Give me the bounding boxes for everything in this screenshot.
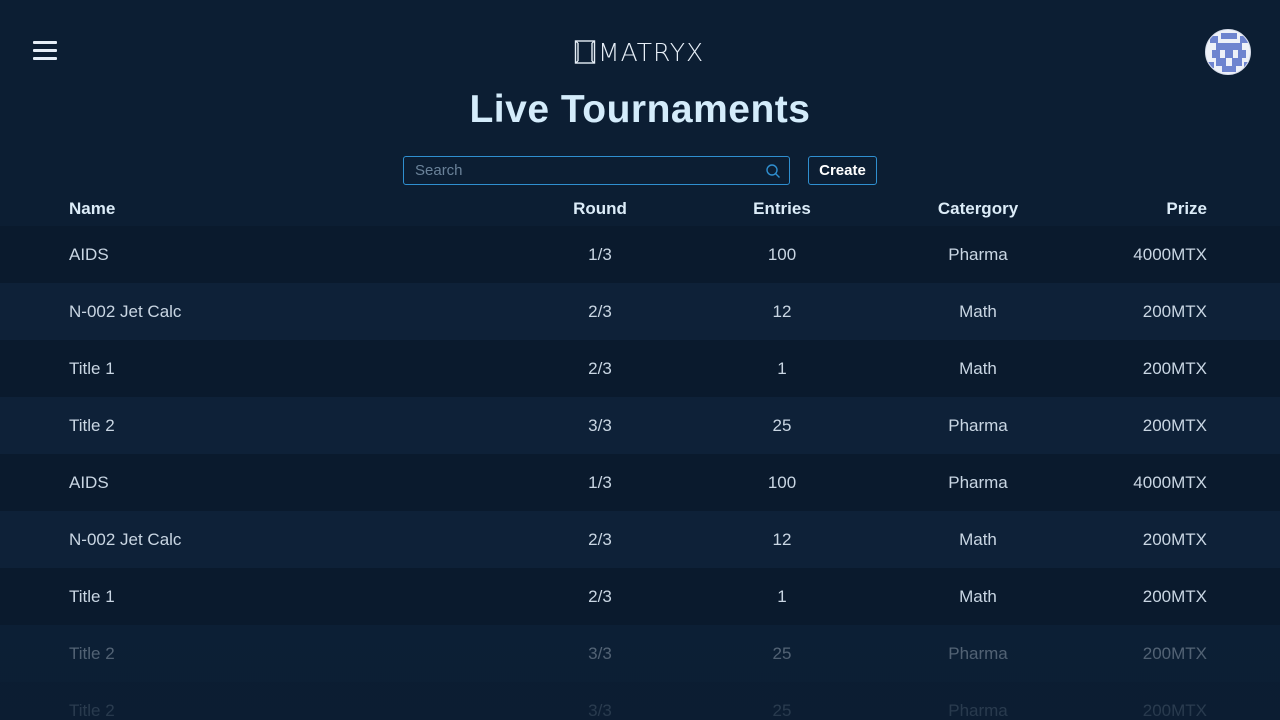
cell-prize: 200MTX (1142, 643, 1207, 663)
create-button[interactable]: Create (808, 156, 877, 185)
cell-entries: 100 (767, 244, 797, 264)
cell-category: Math (959, 586, 997, 606)
page-title: Live Tournaments (469, 88, 811, 131)
column-header-round[interactable]: Round (540, 196, 660, 222)
avatar[interactable] (1205, 29, 1251, 75)
cell-name: Title 1 (69, 586, 115, 606)
cell-category: Pharma (948, 244, 1008, 264)
table-row[interactable]: Title 2 3/3 25 Pharma 200MTX (0, 397, 1280, 454)
search-box[interactable] (403, 156, 790, 185)
cell-category: Math (959, 301, 997, 321)
cell-category: Math (959, 529, 997, 549)
cell-prize: 200MTX (1142, 358, 1207, 378)
cell-round: 2/3 (588, 529, 612, 549)
cell-prize: 4000MTX (1133, 244, 1207, 264)
column-header-category[interactable]: Catergory (908, 196, 1048, 222)
table-row[interactable]: N-002 Jet Calc 2/3 12 Math 200MTX (0, 511, 1280, 568)
cell-name: AIDS (69, 472, 109, 492)
logo-mark-icon (574, 40, 596, 64)
cell-name: Title 2 (69, 700, 115, 720)
cell-entries: 100 (767, 472, 797, 492)
cell-entries: 25 (772, 415, 792, 435)
column-header-name[interactable]: Name (69, 196, 469, 222)
cell-entries: 12 (772, 529, 792, 549)
cell-prize: 200MTX (1142, 529, 1207, 549)
search-icon[interactable] (765, 163, 781, 179)
cell-round: 3/3 (588, 700, 612, 720)
cell-entries: 1 (777, 358, 787, 378)
table-row[interactable]: N-002 Jet Calc 2/3 12 Math 200MTX (0, 283, 1280, 340)
cell-entries: 1 (777, 586, 787, 606)
menu-icon-bar (33, 49, 57, 52)
menu-icon[interactable] (33, 41, 57, 61)
cell-round: 1/3 (588, 472, 612, 492)
table-row[interactable]: Title 1 2/3 1 Math 200MTX (0, 340, 1280, 397)
search-input[interactable] (404, 157, 789, 184)
menu-icon-bar (33, 41, 57, 44)
app-header: MATRYX (0, 0, 1280, 90)
cell-round: 2/3 (588, 301, 612, 321)
cell-entries: 12 (772, 301, 792, 321)
cell-category: Pharma (948, 643, 1008, 663)
table-row[interactable]: AIDS 1/3 100 Pharma 4000MTX (0, 226, 1280, 283)
cell-prize: 4000MTX (1133, 472, 1207, 492)
column-header-entries[interactable]: Entries (722, 196, 842, 222)
cell-round: 3/3 (588, 643, 612, 663)
tournaments-table: Name Round Entries Catergory Prize AIDS … (0, 196, 1280, 720)
matryx-logo[interactable]: MATRYX (574, 37, 705, 67)
cell-round: 2/3 (588, 358, 612, 378)
cell-name: Title 1 (69, 358, 115, 378)
table-row[interactable]: Title 2 3/3 25 Pharma 200MTX (0, 625, 1280, 682)
cell-prize: 200MTX (1142, 415, 1207, 435)
cell-prize: 200MTX (1142, 586, 1207, 606)
cell-round: 3/3 (588, 415, 612, 435)
table-row[interactable]: Title 1 2/3 1 Math 200MTX (0, 568, 1280, 625)
table-row[interactable]: AIDS 1/3 100 Pharma 4000MTX (0, 454, 1280, 511)
cell-category: Pharma (948, 472, 1008, 492)
cell-name: AIDS (69, 244, 109, 264)
cell-name: Title 2 (69, 415, 115, 435)
cell-name: N-002 Jet Calc (69, 529, 182, 549)
cell-entries: 25 (772, 643, 792, 663)
logo-text: MATRYX (598, 37, 705, 67)
table-header: Name Round Entries Catergory Prize (0, 196, 1280, 226)
cell-name: Title 2 (69, 643, 115, 663)
cell-prize: 200MTX (1142, 700, 1207, 720)
identicon-icon (1206, 30, 1250, 74)
menu-icon-bar (33, 57, 57, 60)
cell-category: Pharma (948, 415, 1008, 435)
cell-round: 2/3 (588, 586, 612, 606)
cell-category: Pharma (948, 700, 1008, 720)
cell-round: 1/3 (588, 244, 612, 264)
table-row[interactable]: Title 2 3/3 25 Pharma 200MTX (0, 682, 1280, 720)
cell-entries: 25 (772, 700, 792, 720)
cell-name: N-002 Jet Calc (69, 301, 182, 321)
cell-category: Math (959, 358, 997, 378)
column-header-prize[interactable]: Prize (1050, 196, 1207, 222)
cell-prize: 200MTX (1142, 301, 1207, 321)
